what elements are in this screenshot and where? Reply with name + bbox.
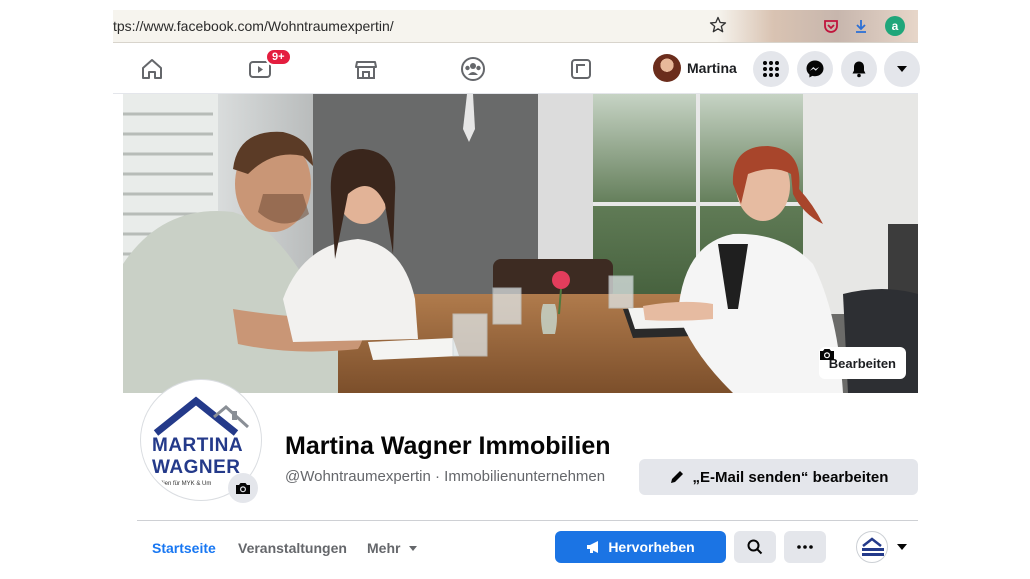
account-menu-button[interactable] bbox=[884, 51, 920, 87]
messenger-icon bbox=[806, 60, 824, 78]
groups-icon[interactable] bbox=[460, 56, 486, 82]
cover-photo: Bearbeiten bbox=[123, 94, 918, 393]
gaming-icon[interactable] bbox=[568, 56, 594, 82]
facebook-top-nav: 9+ Martina bbox=[113, 44, 920, 94]
chevron-down-icon bbox=[409, 546, 418, 551]
messenger-button[interactable] bbox=[797, 51, 833, 87]
account-caret-icon bbox=[897, 66, 907, 72]
search-page-button[interactable] bbox=[734, 531, 776, 563]
edit-cover-label: Bearbeiten bbox=[828, 355, 896, 371]
tab-mehr-label: Mehr bbox=[367, 540, 401, 556]
logo-text-wagner: WAGNER bbox=[152, 457, 241, 478]
divider bbox=[137, 520, 918, 521]
url-text[interactable]: tps://www.facebook.com/Wohntraumexpertin… bbox=[113, 18, 394, 34]
notifications-button[interactable] bbox=[841, 51, 877, 87]
promote-button[interactable]: Hervorheben bbox=[555, 531, 726, 563]
profile-name: Martina bbox=[687, 60, 737, 76]
edit-email-button[interactable]: „E-Mail senden“ bearbeiten bbox=[639, 459, 918, 495]
tab-startseite[interactable]: Startseite bbox=[152, 540, 216, 556]
logo-tagline: obilien für MYK & Um bbox=[154, 481, 212, 487]
more-options-button[interactable] bbox=[784, 531, 826, 563]
house-logo-icon bbox=[862, 537, 884, 556]
page-handle-category: @Wohntraumexpertin · Immobilienunternehm… bbox=[285, 468, 606, 485]
marketplace-icon[interactable] bbox=[353, 56, 379, 82]
edit-email-label: „E-Mail senden“ bearbeiten bbox=[692, 468, 889, 486]
more-dots-icon bbox=[797, 545, 813, 549]
search-icon bbox=[747, 539, 763, 555]
camera-icon bbox=[819, 349, 834, 360]
notifications-bell-icon bbox=[852, 61, 866, 78]
cover-photo-image bbox=[123, 94, 918, 393]
tab-mehr[interactable]: Mehr bbox=[367, 540, 418, 556]
logo-text-martina: MARTINA bbox=[152, 435, 244, 456]
address-bar[interactable]: tps://www.facebook.com/Wohntraumexpertin… bbox=[113, 10, 918, 43]
menu-grid-button[interactable] bbox=[753, 51, 789, 87]
avatar bbox=[653, 54, 681, 82]
browser-viewport: tps://www.facebook.com/Wohntraumexpertin… bbox=[113, 8, 920, 579]
star-icon[interactable] bbox=[708, 15, 728, 35]
watch-notification-badge: 9+ bbox=[265, 48, 292, 66]
pencil-icon bbox=[670, 471, 683, 483]
download-icon[interactable] bbox=[851, 16, 871, 36]
extension-a-icon[interactable]: a bbox=[885, 16, 905, 36]
megaphone-icon bbox=[587, 541, 599, 553]
pocket-icon[interactable] bbox=[821, 16, 841, 36]
chevron-down-icon[interactable] bbox=[896, 542, 908, 552]
edit-cover-button[interactable]: Bearbeiten bbox=[818, 347, 906, 379]
page-switcher-avatar[interactable] bbox=[856, 531, 888, 563]
promote-label: Hervorheben bbox=[608, 539, 695, 555]
profile-shortcut[interactable]: Martina bbox=[653, 52, 737, 84]
change-profile-picture-button[interactable] bbox=[228, 473, 258, 503]
camera-icon bbox=[236, 483, 250, 494]
menu-grid-icon bbox=[763, 61, 779, 77]
page-title: Martina Wagner Immobilien bbox=[285, 432, 611, 460]
tab-veranstaltungen[interactable]: Veranstaltungen bbox=[238, 540, 347, 556]
home-icon[interactable] bbox=[139, 56, 165, 82]
